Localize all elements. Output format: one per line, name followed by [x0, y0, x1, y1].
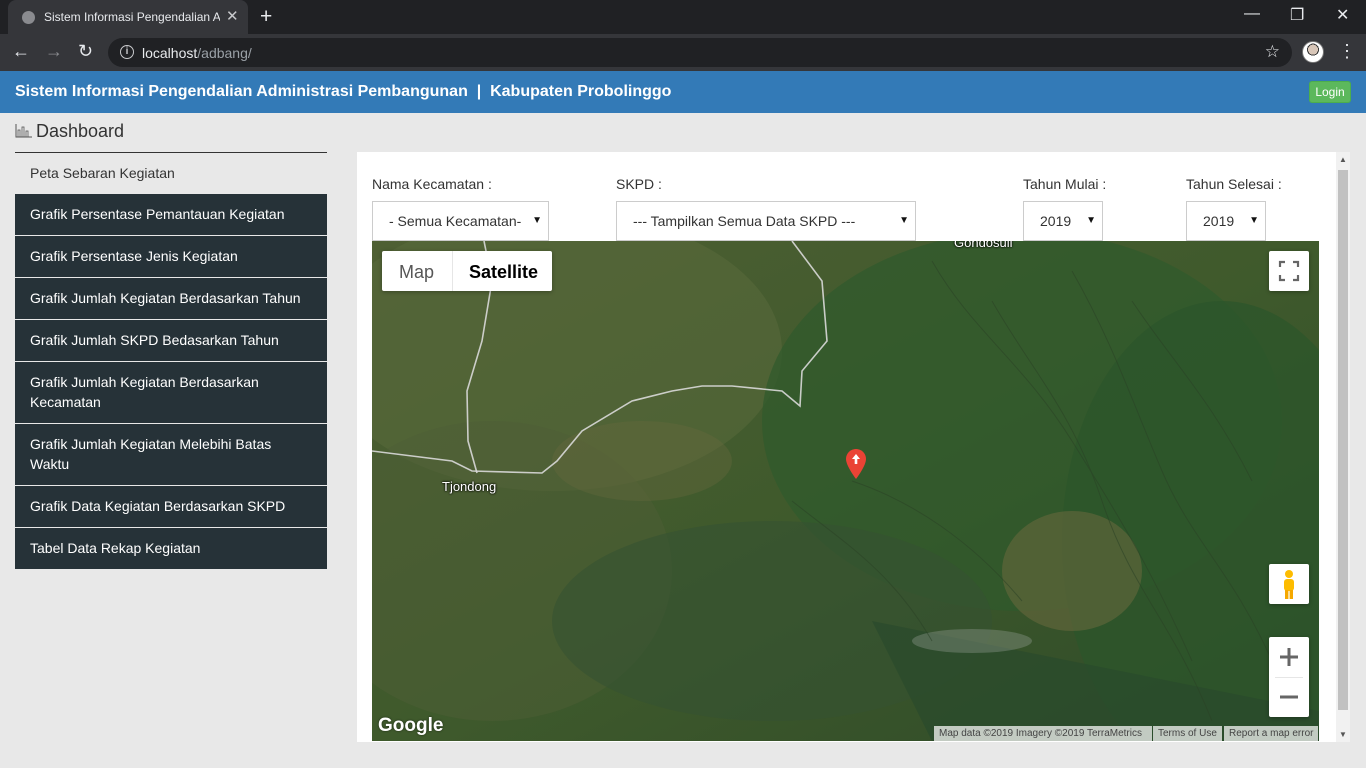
sidebar-item-melebihi-batas-waktu[interactable]: Grafik Jumlah Kegiatan Melebihi Batas Wa…	[15, 424, 327, 486]
browser-tab[interactable]: Sistem Informasi Pengendalian A ✕	[8, 0, 248, 34]
pegman-icon	[1284, 570, 1294, 599]
app-header: Sistem Informasi Pengendalian Administra…	[0, 71, 1366, 113]
panel-scrollbar[interactable]: ▲ ▼	[1336, 152, 1350, 742]
new-tab-icon[interactable]: +	[260, 5, 272, 29]
chevron-down-icon: ▼	[1086, 215, 1096, 226]
chevron-down-icon: ▼	[1249, 215, 1259, 226]
dashboard-title-text: Dashboard	[36, 121, 125, 141]
tab-title: Sistem Informasi Pengendalian A	[44, 10, 220, 24]
close-tab-icon[interactable]: ✕	[226, 7, 239, 25]
place-label-tjondong: Tjondong	[442, 479, 497, 494]
location-marker-icon[interactable]	[846, 449, 866, 479]
sidebar-item-tabel-rekap[interactable]: Tabel Data Rekap Kegiatan	[15, 528, 327, 570]
browser-menu-icon[interactable]: ⋮	[1338, 41, 1356, 62]
window-close-icon[interactable]: ✕	[1336, 5, 1349, 25]
tahun-selesai-label: Tahun Selesai :	[1186, 176, 1282, 192]
tahun-mulai-select[interactable]: 2019 ▼	[1023, 201, 1103, 241]
street-view-button[interactable]	[1269, 564, 1309, 604]
tahun-selesai-value: 2019	[1203, 213, 1235, 229]
satellite-map[interactable]: Gondosuli Tjondong Map Satellite Google …	[372, 241, 1319, 741]
terms-of-use-link[interactable]: Terms of Use	[1153, 726, 1222, 741]
map-type-control: Map Satellite	[382, 251, 552, 291]
scrollbar-thumb[interactable]	[1338, 170, 1348, 710]
chevron-down-icon: ▼	[532, 215, 542, 226]
scroll-down-icon[interactable]: ▼	[1339, 730, 1347, 739]
sidebar-item-jumlah-per-tahun[interactable]: Grafik Jumlah Kegiatan Berdasarkan Tahun	[15, 278, 327, 320]
sidebar-item-per-skpd[interactable]: Grafik Data Kegiatan Berdasarkan SKPD	[15, 486, 327, 528]
reload-icon[interactable]: ↻	[78, 41, 93, 62]
kecamatan-label: Nama Kecamatan :	[372, 176, 492, 192]
fullscreen-icon	[1278, 260, 1300, 282]
map-type-map-button[interactable]: Map	[399, 262, 434, 283]
app-brand[interactable]: Sistem Informasi Pengendalian Administra…	[15, 83, 671, 101]
minus-icon	[1280, 695, 1298, 699]
login-button[interactable]: Login	[1309, 81, 1351, 103]
tahun-mulai-value: 2019	[1040, 213, 1072, 229]
place-label-gondosuli: Gondosuli	[954, 241, 1013, 250]
globe-icon	[22, 11, 35, 24]
sidebar-menu: Peta Sebaran Kegiatan Grafik Persentase …	[15, 153, 327, 570]
sidebar-item-persentase-jenis[interactable]: Grafik Persentase Jenis Kegiatan	[15, 236, 327, 278]
chevron-down-icon: ▼	[899, 215, 909, 226]
map-attribution: Map data ©2019 Imagery ©2019 TerraMetric…	[934, 726, 1152, 741]
kecamatan-value: - Semua Kecamatan-	[389, 213, 522, 229]
map-type-satellite-button[interactable]: Satellite	[469, 262, 538, 283]
report-map-error-link[interactable]: Report a map error	[1224, 726, 1319, 741]
dashboard-title: Dashboard	[15, 121, 124, 142]
zoom-out-button[interactable]	[1269, 677, 1309, 717]
browser-tabbar: Sistem Informasi Pengendalian A ✕ + — ❐ …	[0, 0, 1366, 34]
restore-icon[interactable]: ❐	[1290, 5, 1304, 25]
fullscreen-button[interactable]	[1269, 251, 1309, 291]
skpd-label: SKPD :	[616, 176, 662, 192]
sidebar-item-skpd-per-tahun[interactable]: Grafik Jumlah SKPD Bedasarkan Tahun	[15, 320, 327, 362]
google-logo[interactable]: Google	[378, 715, 443, 737]
forward-icon[interactable]: →	[45, 41, 63, 62]
skpd-select[interactable]: --- Tampilkan Semua Data SKPD --- ▼	[616, 201, 916, 241]
satellite-terrain	[372, 241, 1319, 741]
zoom-control	[1269, 637, 1309, 717]
info-icon[interactable]: i	[120, 45, 134, 59]
sidebar-item-per-kecamatan[interactable]: Grafik Jumlah Kegiatan Berdasarkan Kecam…	[15, 362, 327, 424]
tahun-selesai-select[interactable]: 2019 ▼	[1186, 201, 1266, 241]
sidebar-item-persentase-pemantauan[interactable]: Grafik Persentase Pemantauan Kegiatan	[15, 194, 327, 236]
profile-avatar[interactable]	[1302, 41, 1324, 63]
kecamatan-select[interactable]: - Semua Kecamatan- ▼	[372, 201, 549, 241]
url-text: localhost/adbang/	[142, 45, 252, 61]
map-type-divider	[452, 251, 453, 291]
bar-chart-icon	[15, 124, 32, 138]
tahun-mulai-label: Tahun Mulai :	[1023, 176, 1107, 192]
bookmark-star-icon[interactable]: ☆	[1265, 42, 1280, 62]
back-icon[interactable]: ←	[12, 41, 30, 62]
sidebar-item-peta-sebaran[interactable]: Peta Sebaran Kegiatan	[15, 153, 327, 194]
minimize-icon[interactable]: —	[1244, 5, 1260, 23]
skpd-value: --- Tampilkan Semua Data SKPD ---	[633, 213, 856, 229]
browser-toolbar: ← → ↻ i localhost/adbang/ ☆ ⋮	[0, 34, 1366, 71]
address-bar[interactable]: i localhost/adbang/ ☆	[108, 38, 1292, 67]
plus-icon	[1280, 648, 1298, 666]
scroll-up-icon[interactable]: ▲	[1339, 155, 1347, 164]
zoom-in-button[interactable]	[1269, 637, 1309, 677]
